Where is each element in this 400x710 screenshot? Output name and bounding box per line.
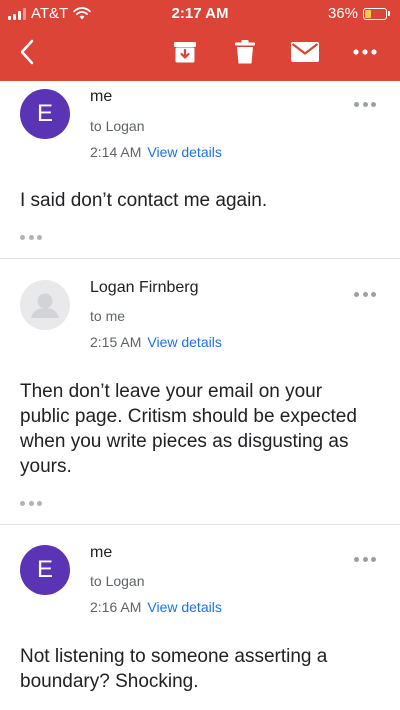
sender-name: me — [90, 88, 113, 105]
status-bar: AT&T 2:17 AM 36% — [0, 0, 400, 28]
recipient-line: to Logan — [90, 118, 145, 134]
back-button[interactable] — [12, 36, 42, 68]
recipient-line: to Logan — [90, 573, 145, 589]
message-time: 2:15 AM — [90, 334, 142, 350]
message-meta: 2:15 AM View details — [90, 334, 222, 350]
status-right: 36% — [328, 5, 390, 22]
battery-level — [365, 9, 371, 18]
default-avatar-icon — [31, 293, 59, 318]
view-details-link[interactable]: View details — [147, 334, 221, 350]
message-more-button[interactable] — [354, 554, 376, 564]
delete-button[interactable] — [230, 36, 260, 68]
view-details-link[interactable]: View details — [147, 144, 221, 160]
message-time: 2:14 AM — [90, 144, 142, 160]
sender-name: Logan Firnberg — [90, 279, 199, 296]
message-thread: E me to Logan 2:14 AM View details I said… — [0, 81, 400, 710]
archive-button[interactable] — [170, 36, 200, 68]
show-trimmed-content-button[interactable] — [20, 499, 42, 507]
more-horizontal-icon — [353, 49, 377, 55]
envelope-icon — [291, 42, 319, 62]
trash-icon — [235, 40, 255, 64]
message-more-button[interactable] — [354, 289, 376, 299]
archive-icon — [174, 42, 196, 63]
message-item[interactable]: Logan Firnberg to me 2:15 AM View details… — [0, 259, 400, 525]
battery-tip — [388, 11, 390, 16]
avatar-initial: E — [36, 556, 53, 583]
avatar-initial: E — [36, 100, 53, 127]
battery-percent: 36% — [327, 5, 358, 22]
recipient-line: to me — [90, 308, 126, 324]
message-meta: 2:16 AM View details — [90, 599, 222, 615]
message-time: 2:16 AM — [90, 599, 142, 615]
message-item[interactable]: E me to Logan 2:16 AM View details Not li… — [0, 525, 400, 710]
battery-icon — [363, 7, 387, 20]
view-details-link[interactable]: View details — [147, 599, 221, 615]
message-item[interactable]: E me to Logan 2:14 AM View details I said… — [0, 81, 400, 259]
message-meta: 2:14 AM View details — [90, 144, 222, 160]
avatar: E — [20, 89, 70, 139]
message-more-button[interactable] — [354, 99, 376, 109]
back-arrow-icon — [20, 39, 34, 65]
show-trimmed-content-button[interactable] — [20, 233, 42, 241]
sender-name: me — [90, 544, 113, 561]
more-options-button[interactable] — [350, 36, 380, 68]
message-body: Not listening to someone asserting a bou… — [20, 646, 328, 692]
message-body: Then don’t leave your email on your publ… — [20, 381, 357, 477]
mark-unread-button[interactable] — [290, 36, 320, 68]
message-body: I said don’t contact me again. — [20, 190, 268, 211]
avatar: E — [20, 545, 70, 595]
avatar — [20, 280, 70, 330]
app-header: AT&T 2:17 AM 36% — [0, 0, 400, 81]
